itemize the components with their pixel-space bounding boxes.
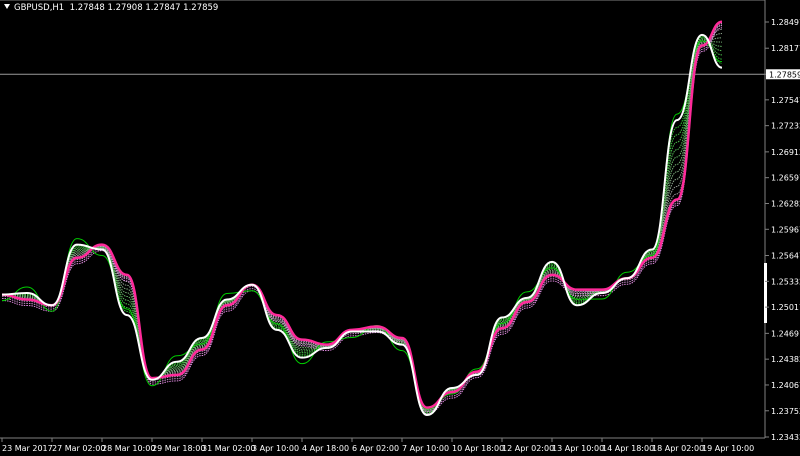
y-tick-label: 1.25647 — [771, 252, 800, 261]
y-tick-label: 1.26282 — [771, 199, 800, 208]
ribbon-line — [1, 33, 723, 411]
ma-ribbon — [1, 21, 723, 416]
ribbon-line — [1, 27, 723, 415]
ribbon-line — [1, 37, 723, 411]
y-tick-label: 1.25332 — [771, 277, 800, 286]
slow-ma-line — [1, 20, 723, 409]
y-tick-label: 1.23752 — [771, 407, 800, 416]
x-tick-label: 13 Apr 10:00 — [552, 444, 604, 453]
y-tick-label: 1.28177 — [771, 44, 800, 53]
y-tick-label: 1.28497 — [771, 18, 800, 27]
y-tick-label: 1.27232 — [771, 122, 800, 131]
ribbon-line — [1, 25, 723, 413]
ribbon-line — [1, 40, 723, 412]
y-tick-label: 1.24382 — [771, 355, 800, 364]
y-tick-label: 1.27547 — [771, 96, 800, 105]
x-tick-label: 10 Apr 18:00 — [452, 444, 504, 453]
x-tick-label: 6 Apr 02:00 — [352, 444, 399, 453]
axis-scroll-marker[interactable] — [764, 263, 767, 323]
ribbon-line — [1, 24, 723, 409]
x-tick-label: 29 Mar 18:00 — [152, 444, 205, 453]
x-tick-label: 31 Mar 02:00 — [202, 444, 255, 453]
y-tick-label: 1.25017 — [771, 303, 800, 312]
price-axis: 1.28497 1.28177 1.27859 1.27547 1.27232 1.269… — [765, 18, 800, 442]
ribbon-line — [1, 21, 723, 409]
x-tick-label: 18 Apr 02:00 — [652, 444, 704, 453]
y-tick-label: 1.25967 — [771, 225, 800, 234]
x-tick-label: 19 Apr 10:00 — [702, 444, 754, 453]
y-tick-label: 1.24067 — [771, 381, 800, 390]
price-chart[interactable]: 1.28497 1.28177 1.27859 1.27547 1.27232 1.269… — [0, 0, 800, 456]
x-tick-label: 14 Apr 18:00 — [602, 444, 654, 453]
x-tick-label: 3 Apr 10:00 — [252, 444, 299, 453]
ribbon-line — [1, 38, 723, 413]
y-tick-label: 1.23432 — [771, 433, 800, 442]
ribbon-line — [1, 39, 723, 413]
chart-lines — [0, 20, 765, 417]
chart-title: GBPUSD,H1 1.27848 1.27908 1.27847 1.2785… — [4, 3, 218, 13]
ribbon-line — [1, 35, 723, 415]
ribbon-line — [1, 36, 723, 415]
y-tick-label: 1.26912 — [771, 148, 800, 157]
x-tick-label: 28 Mar 10:00 — [102, 444, 155, 453]
x-tick-label: 27 Mar 02:00 — [52, 444, 105, 453]
ribbon-line — [1, 34, 723, 416]
symbol-timeframe: GBPUSD,H1 — [14, 3, 65, 13]
x-tick-label: 12 Apr 02:00 — [502, 444, 554, 453]
x-tick-label: 23 Mar 2017 — [2, 444, 53, 453]
x-tick-label: 7 Apr 10:00 — [402, 444, 449, 453]
current-price-label: 1.27859 — [769, 70, 800, 79]
y-tick-label: 1.24697 — [771, 329, 800, 338]
ribbon-line — [1, 28, 723, 410]
x-tick-label: 4 Apr 18:00 — [302, 444, 349, 453]
ribbon-line — [1, 22, 723, 410]
ribbon-line — [1, 37, 723, 414]
dropdown-triangle-icon[interactable] — [4, 4, 10, 9]
time-axis: 23 Mar 2017 27 Mar 02:0028 Mar 10:0029 Ma… — [1, 438, 754, 453]
y-tick-label: 1.26597 — [771, 174, 800, 183]
ohlc-values: 1.27848 1.27908 1.27847 1.27859 — [69, 3, 219, 13]
price-line — [1, 40, 723, 410]
fast-ma-line — [1, 33, 723, 417]
